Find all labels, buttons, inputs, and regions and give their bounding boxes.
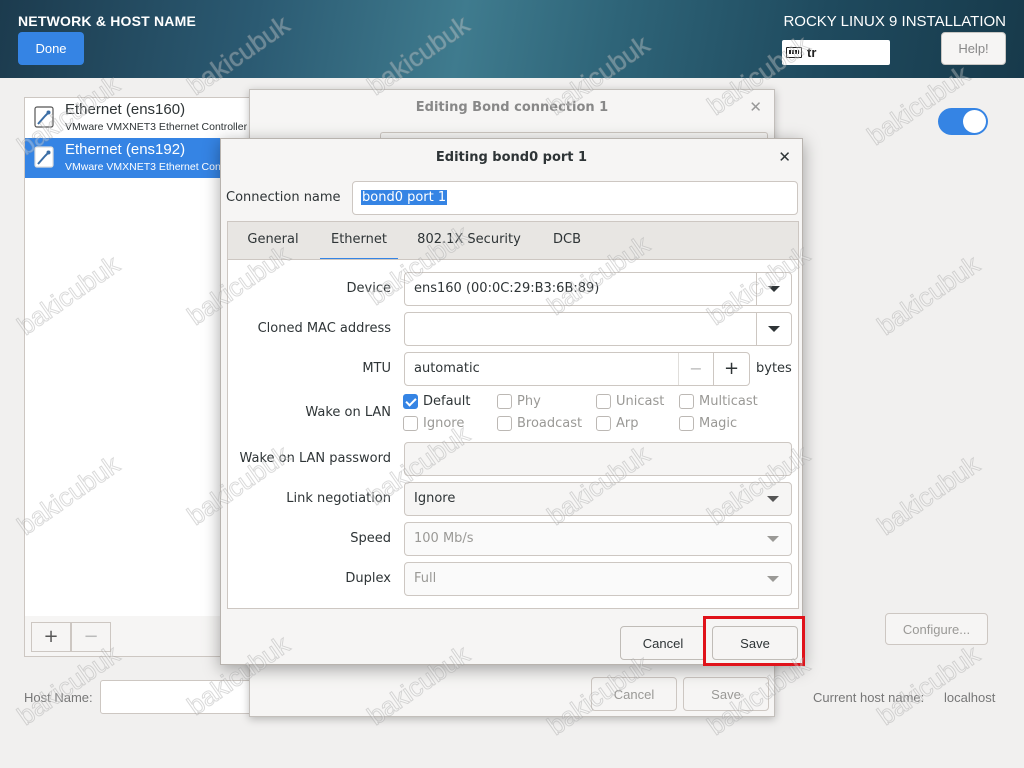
dialog-title: Editing bond0 port 1 [435,150,588,165]
host-name-label: Host Name: [24,690,93,705]
help-button[interactable]: Help! [941,32,1006,65]
cancel-button[interactable]: Cancel [620,626,706,660]
duplex-combobox[interactable]: Full [404,562,792,596]
device-combobox[interactable]: ens160 (00:0C:29:B3:6B:89) [404,272,792,306]
cloned-mac-combobox[interactable] [404,312,792,346]
keyboard-layout-indicator[interactable]: tr [782,40,890,65]
speed-combobox[interactable]: 100 Mb/s [404,522,792,556]
checkbox-label: Default [423,394,471,409]
checkbox-label: Unicast [616,394,665,409]
link-negotiation-combobox[interactable]: Ignore [404,482,792,516]
wol-password-input[interactable] [404,442,792,476]
mtu-label: MTU [362,361,391,376]
close-icon[interactable]: ✕ [778,148,791,166]
tab-ethernet[interactable]: Ethernet [320,222,398,261]
checkbox-label: Arp [616,416,639,431]
cloned-mac-label: Cloned MAC address [257,321,391,336]
speed-label: Speed [350,531,391,546]
wol-multicast-checkbox[interactable]: Multicast [679,394,758,409]
checkbox-label: Phy [517,394,541,409]
connection-name-label: Connection name [226,190,341,205]
duplex-label: Duplex [345,571,391,586]
link-negotiation-label: Link negotiation [286,491,391,506]
bond-dialog-title: Editing Bond connection 1 [415,100,609,115]
watermark-text: bakicubuk [871,449,985,542]
checkbox-icon [497,394,512,409]
link-negotiation-value: Ignore [414,491,456,506]
remove-connection-button[interactable]: − [71,622,111,652]
speed-value: 100 Mb/s [414,531,474,546]
bond-save-button[interactable]: Save [683,677,769,711]
tab-802-1x-security[interactable]: 802.1X Security [410,222,528,261]
bond-port-dialog: Editing bond0 port 1 ✕ Connection name b… [220,138,803,665]
chevron-down-icon [756,563,791,595]
checkbox-icon [679,394,694,409]
wake-on-lan-label: Wake on LAN [305,405,391,420]
connection-name-value: bond0 port 1 [361,190,448,205]
checkbox-checked-icon [403,394,418,409]
checkbox-icon [497,416,512,431]
current-host-name-value: localhost [944,690,996,705]
connection-description: VMware VMXNET3 Ethernet Controller [65,121,248,133]
checkbox-icon [596,394,611,409]
wol-default-checkbox[interactable]: Default [403,394,471,409]
wol-magic-checkbox[interactable]: Magic [679,416,737,431]
host-name-input[interactable] [100,680,260,714]
add-connection-button[interactable]: + [31,622,71,652]
connection-toggle-switch[interactable] [938,108,988,135]
configure-button[interactable]: Configure... [885,613,988,645]
keyboard-layout-label: tr [807,45,817,60]
tab-general[interactable]: General [238,222,308,261]
save-highlight-box [703,616,805,666]
distro-title: ROCKY LINUX 9 INSTALLATION [783,13,1006,30]
checkbox-icon [596,416,611,431]
mtu-increment-button[interactable]: + [713,353,749,385]
checkbox-label: Multicast [699,394,758,409]
watermark-text: bakicubuk [871,249,985,342]
done-button[interactable]: Done [18,32,84,65]
device-label: Device [346,281,391,296]
mtu-spinbutton[interactable]: automatic − + [404,352,750,386]
bond-cancel-button[interactable]: Cancel [591,677,677,711]
page-title: NETWORK & HOST NAME [18,13,197,29]
wol-broadcast-checkbox[interactable]: Broadcast [497,416,582,431]
tab-dcb[interactable]: DCB [542,222,592,261]
connection-name-input[interactable]: bond0 port 1 [352,181,798,215]
keyboard-icon [786,47,802,58]
toggle-knob [963,110,986,133]
wol-arp-checkbox[interactable]: Arp [596,416,639,431]
checkbox-label: Magic [699,416,738,431]
close-icon[interactable]: ✕ [749,98,762,116]
current-host-name-label: Current host name: [813,690,925,705]
connection-name: Ethernet (ens160) [65,101,186,118]
ethernet-settings-panel: Device ens160 (00:0C:29:B3:6B:89) Cloned… [227,259,799,609]
mtu-unit-label: bytes [756,361,792,376]
chevron-down-icon[interactable] [756,483,791,515]
tab-bar: General Ethernet 802.1X Security DCB [227,221,799,261]
wol-phy-checkbox[interactable]: Phy [497,394,541,409]
top-header: NETWORK & HOST NAME Done ROCKY LINUX 9 I… [0,0,1024,78]
watermark-text: bakicubuk [871,639,985,732]
checkbox-label: Broadcast [517,416,583,431]
connection-item-ens160[interactable]: Ethernet (ens160) VMware VMXNET3 Etherne… [25,98,263,138]
wol-unicast-checkbox[interactable]: Unicast [596,394,664,409]
duplex-value: Full [414,571,437,586]
chevron-down-icon[interactable] [756,313,791,345]
checkbox-icon [403,416,418,431]
network-wired-icon [34,106,54,128]
wol-ignore-checkbox[interactable]: Ignore [403,416,464,431]
mtu-decrement-button[interactable]: − [678,353,713,385]
checkbox-icon [679,416,694,431]
wol-password-label: Wake on LAN password [239,451,391,466]
network-wired-icon [34,146,54,168]
device-value: ens160 (00:0C:29:B3:6B:89) [414,281,600,296]
connection-name: Ethernet (ens192) [65,141,186,158]
mtu-value: automatic [414,361,480,376]
checkbox-label: Ignore [423,416,465,431]
chevron-down-icon[interactable] [756,273,791,305]
chevron-down-icon [756,523,791,555]
